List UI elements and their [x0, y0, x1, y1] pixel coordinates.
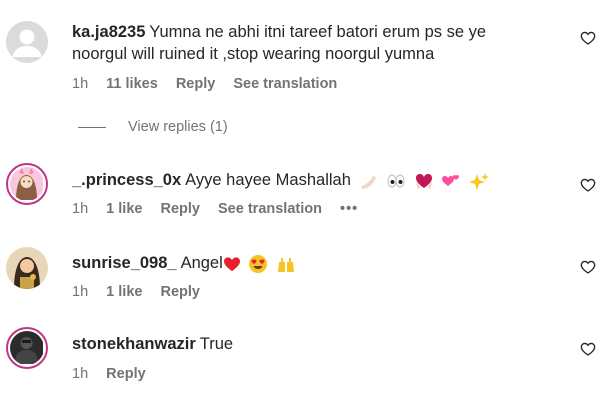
- heart-outline-icon[interactable]: [580, 30, 596, 46]
- heart-outline-icon[interactable]: [580, 341, 596, 357]
- stone-avatar-image: [10, 331, 43, 364]
- view-replies[interactable]: View replies (1): [78, 119, 228, 135]
- default-profile-icon: [6, 21, 48, 63]
- heart-hands-emoji-icon: [415, 173, 432, 189]
- comment-text-continued: noorgul will ruined it ,stop wearing noo…: [72, 43, 572, 65]
- reply-button[interactable]: Reply: [160, 201, 200, 217]
- comment-meta: 1h 1 like Reply: [72, 284, 214, 300]
- comment-text: ka.ja8235 Yumna ne abhi itni tareef bator…: [72, 21, 572, 43]
- comment-time[interactable]: 1h: [72, 366, 88, 382]
- raising-hands-emoji-icon: [277, 257, 294, 272]
- likes-count[interactable]: 11 likes: [106, 76, 158, 92]
- sparkles-emoji-icon: [468, 172, 489, 190]
- reply-button[interactable]: Reply: [176, 76, 216, 92]
- comment-body: Ayye hayee Mashallah: [185, 171, 351, 189]
- comment-meta: 1h 1 like Reply See translation •••: [72, 201, 372, 217]
- comment-body: Yumna ne abhi itni tareef batori erum ps…: [149, 23, 487, 41]
- view-replies-label[interactable]: View replies (1): [128, 119, 228, 135]
- avatar[interactable]: [6, 21, 48, 63]
- reply-button[interactable]: Reply: [160, 284, 200, 300]
- comment-body: True: [199, 335, 234, 353]
- more-options-icon[interactable]: •••: [340, 201, 358, 217]
- comment-meta: 1h 11 likes Reply See translation: [72, 76, 351, 92]
- comment-body: Angel: [180, 254, 223, 272]
- comment-time[interactable]: 1h: [72, 201, 88, 217]
- comment-time[interactable]: 1h: [72, 284, 88, 300]
- comment-text: sunrise_098_ Angel: [72, 252, 572, 274]
- red-heart-emoji-icon: [223, 256, 240, 271]
- sunrise-avatar-image: [6, 247, 48, 289]
- comment-username[interactable]: stonekhanwazir: [72, 335, 196, 353]
- comment-time[interactable]: 1h: [72, 76, 88, 92]
- heart-outline-icon[interactable]: [580, 259, 596, 275]
- avatar[interactable]: [6, 247, 48, 289]
- avatar[interactable]: [6, 327, 48, 369]
- comment-username[interactable]: ka.ja8235: [72, 23, 145, 41]
- avatar[interactable]: [6, 163, 48, 205]
- hand-emoji-icon: [361, 175, 377, 189]
- likes-count[interactable]: 1 like: [106, 201, 142, 217]
- comment-body: noorgul will ruined it ,stop wearing noo…: [72, 45, 435, 63]
- comment-text: stonekhanwazir True: [72, 333, 572, 355]
- see-translation-button[interactable]: See translation: [218, 201, 322, 217]
- likes-count[interactable]: 1 like: [106, 284, 142, 300]
- reply-button[interactable]: Reply: [106, 366, 146, 382]
- heart-outline-icon[interactable]: [580, 177, 596, 193]
- princess-avatar-image: [10, 167, 43, 200]
- comment-username[interactable]: _.princess_0x: [72, 171, 181, 189]
- comment-text: _.princess_0x Ayye hayee Mashallah: [72, 169, 572, 191]
- comment-meta: 1h Reply: [72, 366, 160, 382]
- eyes-emoji-icon: [387, 174, 405, 188]
- see-translation-button[interactable]: See translation: [233, 76, 337, 92]
- two-hearts-emoji-icon: [442, 174, 460, 186]
- replies-divider: [78, 126, 106, 128]
- comment-username[interactable]: sunrise_098_: [72, 254, 177, 272]
- heart-eyes-emoji-icon: [249, 254, 268, 273]
